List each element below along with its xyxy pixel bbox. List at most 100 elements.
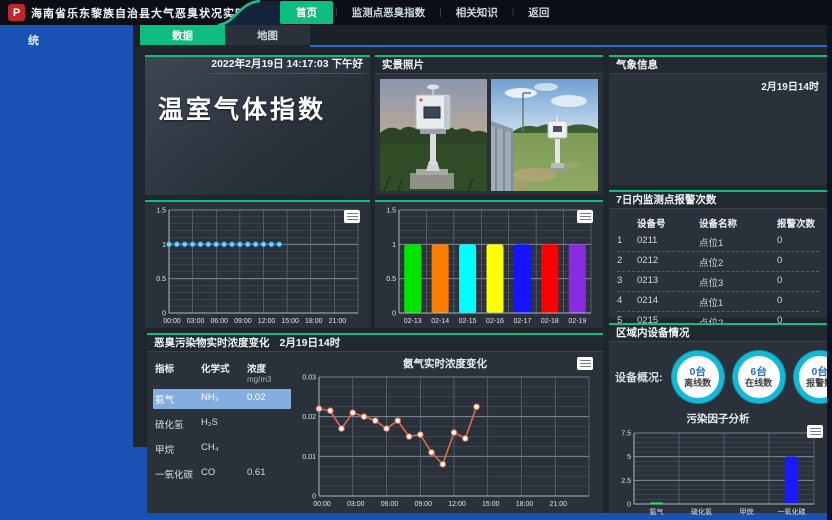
- svg-text:09:00: 09:00: [414, 501, 432, 508]
- svg-text:21:00: 21:00: [549, 501, 567, 508]
- nav-separator: |: [335, 7, 338, 18]
- svg-text:0: 0: [312, 494, 316, 501]
- nav-item-home[interactable]: 首页: [280, 1, 333, 24]
- table-cell: NH₃: [201, 392, 247, 403]
- svg-text:0.03: 0.03: [302, 375, 316, 382]
- table-cell: 3: [617, 275, 637, 289]
- pollution-analysis-title: 污染因子分析: [609, 411, 827, 426]
- ammonia-chart-area: 氨气实时浓度变化 00:0003:0006:0009:0012:0015:001…: [291, 356, 599, 509]
- ammonia-chart-title: 氨气实时浓度变化: [403, 356, 487, 371]
- chart-menu-icon[interactable]: [344, 210, 360, 223]
- svg-text:02-17: 02-17: [513, 318, 531, 325]
- app-logo-icon: P: [8, 4, 25, 21]
- table-cell: 2: [617, 255, 637, 269]
- photo-strip: [375, 74, 603, 196]
- site-photo-dusk: [380, 79, 487, 191]
- svg-text:03:00: 03:00: [347, 501, 365, 508]
- table-cell: 点位1: [699, 235, 777, 249]
- table-cell: H₂S: [201, 417, 247, 428]
- svg-text:00:00: 00:00: [313, 501, 331, 508]
- table-cell: 0212: [637, 255, 699, 269]
- svg-text:15:00: 15:00: [281, 318, 299, 325]
- pollution-factor-chart-area: 氨气硫化氢甲烷一氧化碳02.557.5: [609, 427, 827, 517]
- tab-bar: 数据地图: [133, 25, 827, 45]
- column-header: 设备号: [637, 216, 699, 230]
- photo-panel-title: 实景照片: [375, 57, 603, 74]
- svg-text:06:00: 06:00: [381, 501, 399, 508]
- device-stat-circle: 0台离线数: [672, 351, 724, 403]
- greeting-panel: 2022年2月19日 14:17:03 下午好 温室气体指数: [145, 55, 370, 195]
- device-panel-title: 区域内设备情况: [609, 325, 827, 342]
- app-root: 统 P 海南省乐东黎族自治县大气恶臭状况实时发布系 首页|监测点恶臭指数|相关知…: [0, 0, 832, 520]
- table-cell: 1: [617, 235, 637, 249]
- svg-text:00:00: 00:00: [163, 318, 181, 325]
- weather-panel-title: 气象信息: [609, 57, 827, 74]
- nav-item-knowledge[interactable]: 相关知识: [444, 1, 510, 24]
- svg-text:02-14: 02-14: [431, 318, 449, 325]
- table-row: 40214点位10: [617, 292, 819, 312]
- pollutant-row[interactable]: 硫化氢H₂S: [153, 414, 291, 434]
- svg-text:0.5: 0.5: [156, 276, 166, 283]
- device-stat-circle: 6台在线数: [733, 351, 785, 403]
- pollutant-table-header: 指标化学式浓度mg/m3: [153, 358, 291, 387]
- swoosh-decoration-icon: [218, 0, 284, 25]
- svg-text:1: 1: [162, 242, 166, 249]
- svg-text:02-18: 02-18: [541, 318, 559, 325]
- pollutant-row[interactable]: 一氧化碳CO0.61: [153, 464, 291, 484]
- svg-text:21:00: 21:00: [329, 318, 347, 325]
- pollutant-row[interactable]: 甲烷CH₄: [153, 439, 291, 459]
- svg-text:02-13: 02-13: [404, 318, 422, 325]
- column-header: 指标: [155, 361, 201, 375]
- table-cell: 点位3: [699, 275, 777, 289]
- tabbar-bottom-line: [310, 45, 827, 47]
- pollutant-panel: 恶臭污染物实时浓度变化 2月19日14时 指标化学式浓度mg/m3氨气NH₃0.…: [147, 333, 603, 513]
- title-wrap-char: 统: [0, 25, 133, 48]
- daily-index-chart-panel: 02-1302-1402-1502-1602-1702-1802-1900.51…: [375, 200, 603, 328]
- column-header: 报警次数: [777, 216, 819, 230]
- table-cell: 0.61: [247, 467, 287, 478]
- svg-text:02-16: 02-16: [486, 318, 504, 325]
- svg-text:06:00: 06:00: [210, 318, 228, 325]
- sidebar: 统: [0, 25, 133, 520]
- table-row: 20212点位20: [617, 252, 819, 272]
- svg-text:7.5: 7.5: [621, 431, 631, 438]
- table-cell: 0: [777, 255, 819, 269]
- pollutant-row[interactable]: 氨气NH₃0.02: [153, 389, 291, 409]
- pollutant-panel-title: 恶臭污染物实时浓度变化: [154, 335, 270, 351]
- nav-item-odor-index[interactable]: 监测点恶臭指数: [340, 1, 438, 24]
- svg-text:一氧化碳: 一氧化碳: [778, 507, 806, 516]
- svg-text:0.02: 0.02: [302, 414, 316, 421]
- alarm-panel-title: 7日内监测点报警次数: [609, 192, 827, 209]
- pollutant-table: 指标化学式浓度mg/m3氨气NH₃0.02 硫化氢H₂S 甲烷CH₄ 一氧化碳CO0.…: [153, 356, 291, 509]
- chart-menu-icon[interactable]: [577, 357, 593, 370]
- chart-menu-icon[interactable]: [577, 210, 593, 223]
- tab-data[interactable]: 数据: [140, 25, 225, 45]
- table-cell: 4: [617, 295, 637, 309]
- stat-label: 离线数: [684, 378, 711, 389]
- svg-text:1.5: 1.5: [386, 208, 396, 215]
- svg-text:18:00: 18:00: [516, 501, 534, 508]
- svg-text:1: 1: [392, 242, 396, 249]
- pollutant-panel-header: 恶臭污染物实时浓度变化 2月19日14时: [147, 335, 603, 352]
- chart-menu-icon[interactable]: [807, 425, 823, 438]
- unit-label: mg/m3: [247, 375, 287, 384]
- stat-count: 0台: [690, 366, 706, 378]
- svg-text:0.01: 0.01: [302, 454, 316, 461]
- nav-item-back[interactable]: 返回: [516, 1, 561, 24]
- greenhouse-index-chart-panel: 00:0003:0006:0009:0012:0015:0018:0021:00…: [145, 200, 370, 328]
- table-cell: 0: [777, 235, 819, 249]
- table-cell: 0.02: [247, 392, 287, 403]
- nav-separator: |: [439, 7, 442, 18]
- table-cell: 硫化氢: [155, 417, 201, 431]
- tab-map[interactable]: 地图: [225, 25, 310, 45]
- device-overview-label: 设备概况:: [615, 369, 663, 385]
- weather-timestamp: 2月19日14时: [609, 74, 827, 97]
- table-cell: 点位2: [699, 255, 777, 269]
- svg-text:甲烷: 甲烷: [740, 507, 754, 516]
- svg-text:03:00: 03:00: [187, 318, 205, 325]
- table-cell: 0: [777, 295, 819, 309]
- svg-text:15:00: 15:00: [482, 501, 500, 508]
- table-cell: 一氧化碳: [155, 467, 201, 481]
- table-cell: 甲烷: [155, 442, 201, 456]
- ammonia-concentration-chart: 00:0003:0006:0009:0012:0015:0018:0021:00…: [293, 371, 597, 509]
